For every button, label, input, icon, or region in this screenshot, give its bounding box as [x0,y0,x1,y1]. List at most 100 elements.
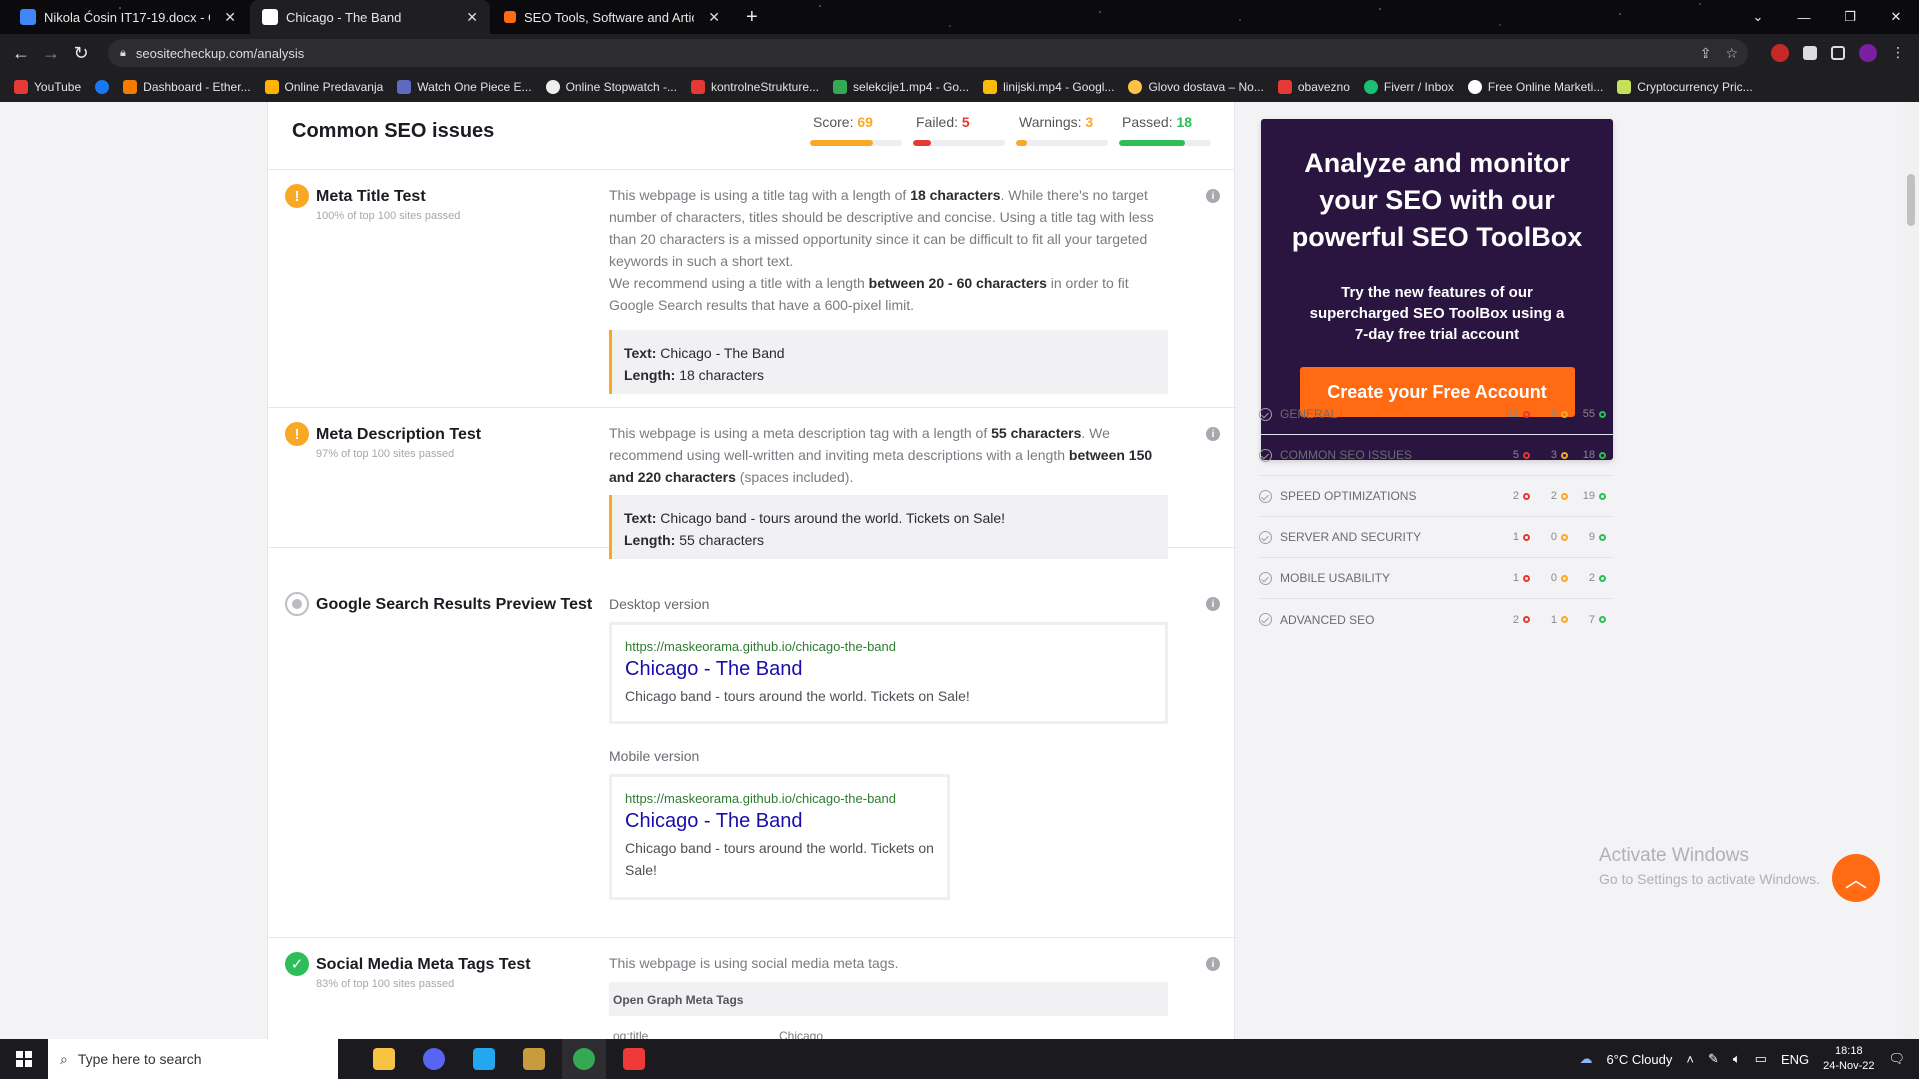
m-icon [264,80,279,94]
bookmark-stopwatch[interactable]: Online Stopwatch -... [545,80,677,94]
warning-dot-icon [1561,410,1568,418]
mobile-serp-preview: https://maskeorama.github.io/chicago-the… [609,774,950,900]
result-box: Text: Chicago - The Band Length: 18 char… [609,330,1168,394]
window-controls: ⌄ — ❐ ✕ [1735,0,1919,34]
taskbar-chrome[interactable] [562,1039,606,1079]
tray-chevron-icon[interactable]: ˄ [1686,1052,1694,1067]
failed-bar [913,140,1005,146]
back-icon[interactable]: ← [6,38,36,68]
taskbar-search-box[interactable]: ⌕ Type here to search [48,1039,338,1079]
tab-chicago[interactable]: Chicago - The Band ✕ [250,0,490,34]
forward-icon[interactable]: → [36,38,66,68]
score-bar [810,140,902,146]
passed-bar [1119,140,1211,146]
tab-search-icon[interactable]: ⌄ [1735,0,1781,34]
info-icon[interactable]: i [1206,427,1220,441]
bookmark-linijski[interactable]: linijski.mp4 - Googl... [983,80,1114,94]
notification-icon[interactable]: 🗨︎ [1888,1051,1905,1067]
chevron-up-icon: ︿ [1844,867,1867,892]
pen-icon[interactable]: ✎ [1708,1051,1719,1067]
restore-icon[interactable]: ❐ [1827,0,1873,34]
taskbar-file-explorer[interactable] [362,1039,406,1079]
volume-icon[interactable]: 🔈︎ [1733,1051,1741,1067]
glovo-icon [1128,80,1143,94]
close-tab-icon[interactable]: ✕ [466,9,478,26]
taskbar-clock[interactable]: 18:18 24-Nov-22 [1823,1044,1874,1074]
windows-logo-icon [16,1051,32,1067]
profile-avatar[interactable] [1859,44,1877,62]
taskbar-discord[interactable] [412,1039,456,1079]
category-advanced[interactable]: ADVANCED SEO 2 1 7 [1258,599,1614,640]
discord-icon [423,1048,445,1070]
taskbar-league[interactable] [512,1039,556,1079]
bookmark-glovo[interactable]: Glovo dostava – No... [1128,80,1264,94]
close-window-icon[interactable]: ✕ [1873,0,1919,34]
bookmark-obavezno[interactable]: obavezno [1277,80,1350,94]
search-icon: ⌕ [60,1050,68,1067]
category-common-seo[interactable]: COMMON SEO ISSUES 5 3 18 [1258,435,1614,476]
extensions-puzzle-icon[interactable] [1803,46,1817,60]
taskbar-vivaldi[interactable] [612,1039,656,1079]
language-indicator[interactable]: ENG [1781,1052,1809,1067]
test-title: Meta Description Test [316,426,482,443]
address-bar[interactable]: 🔒︎ seositecheckup.com/analysis ⇪ ☆ [108,39,1748,67]
bookmark-crypto[interactable]: Cryptocurrency Pric... [1617,80,1753,94]
bookmark-kontrolne[interactable]: kontrolneStrukture... [690,80,819,94]
share-icon[interactable]: ⇪ [1700,45,1712,62]
reload-icon[interactable]: ↻ [66,38,96,68]
test-description: This webpage is using a title tag with a… [609,187,1154,313]
bookmark-predavanja[interactable]: Online Predavanja [264,80,383,94]
chrome-icon [573,1048,595,1070]
failed-value: 5 [961,114,970,130]
windows-activation-watermark: Activate Windows Go to Settings to activ… [1599,845,1820,887]
check-circle-icon [1259,613,1272,626]
bookmark-fiverr[interactable]: Fiverr / Inbox [1363,80,1454,94]
tab-seo-tools[interactable]: SEO Tools, Software and Articles ✕ [492,0,732,34]
minimize-icon[interactable]: — [1781,0,1827,34]
youtube-icon [690,80,705,94]
warnings-bar [1016,140,1108,146]
stopwatch-icon [545,80,560,94]
crypto-icon [1617,80,1632,94]
side-panel-icon[interactable] [1831,46,1845,60]
category-nav: GENERAL 11 6 55 COMMON SEO ISSUES 5 3 18… [1258,394,1614,640]
bookmark-selekcije[interactable]: selekcije1.mp4 - Go... [833,80,969,94]
category-mobile[interactable]: MOBILE USABILITY 1 0 2 [1258,558,1614,599]
bookmark-one-piece[interactable]: Watch One Piece E... [397,80,532,94]
bookmark-marketing[interactable]: Free Online Marketi... [1467,80,1603,94]
bookmark-ether[interactable]: Dashboard - Ether... [123,80,251,94]
close-tab-icon[interactable]: ✕ [708,9,720,26]
new-tab-button[interactable]: + [734,0,770,34]
taskbar-vscode[interactable] [462,1039,506,1079]
bookmark-facebook[interactable] [95,80,110,94]
info-icon[interactable]: i [1206,597,1220,611]
category-server-security[interactable]: SERVER AND SECURITY 1 0 9 [1258,517,1614,558]
tab-docs[interactable]: Nikola Ćosin IT17-19.docx - Goo ✕ [8,0,248,34]
info-icon[interactable]: i [1206,957,1220,971]
passed-dot-icon [1599,533,1606,541]
adblock-extension-icon[interactable] [1771,44,1789,62]
scrollbar-thumb[interactable] [1907,174,1915,226]
section-header: Common SEO issues Score: 69 Failed: 5 Wa… [268,102,1234,170]
weather-text[interactable]: 6°C Cloudy [1606,1052,1672,1067]
category-speed[interactable]: SPEED OPTIMIZATIONS 2 2 19 [1258,476,1614,517]
start-button[interactable] [0,1039,48,1079]
menu-kebab-icon[interactable]: ⋮ [1891,44,1905,62]
category-general[interactable]: GENERAL 11 6 55 [1258,394,1614,435]
close-tab-icon[interactable]: ✕ [224,9,236,26]
warning-dot-icon [1561,533,1568,541]
passed-dot-icon [1599,616,1606,623]
weather-icon[interactable]: ☁ [1579,1051,1592,1067]
vivaldi-icon [623,1048,645,1070]
info-icon[interactable]: i [1206,189,1220,203]
page-scrollbar[interactable] [1903,102,1919,1039]
scroll-to-top-button[interactable]: ︿ [1832,854,1880,902]
network-icon[interactable]: ▭ [1755,1051,1767,1067]
fiverr-icon [1363,80,1378,94]
check-circle-icon [1259,448,1272,462]
test-description: This webpage is using a meta description… [609,425,1153,485]
passed-dot-icon [1599,451,1606,459]
bookmark-star-icon[interactable]: ☆ [1725,45,1738,62]
bookmark-youtube[interactable]: YouTube [14,80,81,94]
failed-dot-icon [1523,451,1530,459]
